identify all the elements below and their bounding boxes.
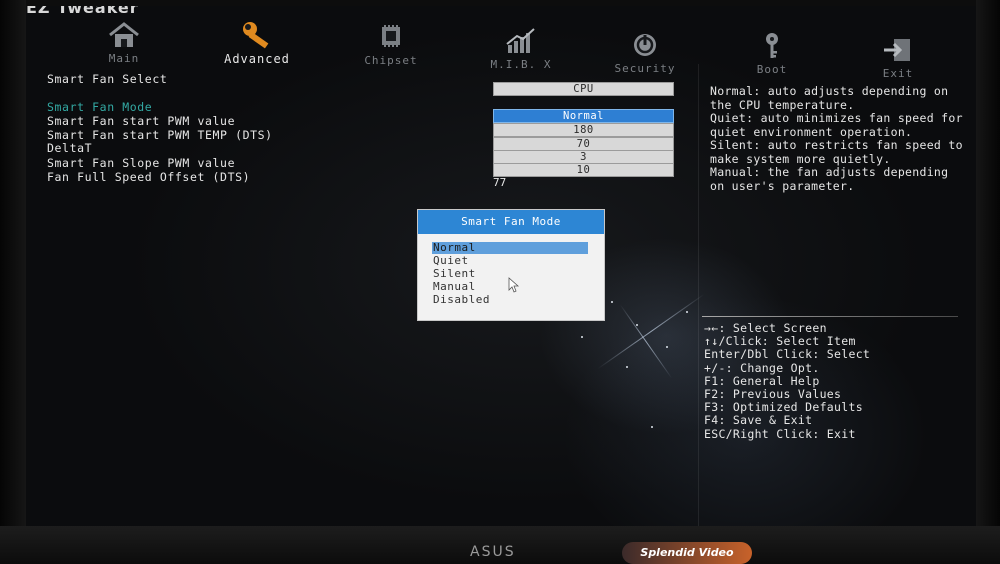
- exit-icon: [884, 39, 910, 61]
- help-line: Silent: auto restricts fan speed to: [710, 138, 963, 152]
- help-line: on user's parameter.: [710, 178, 855, 193]
- star-decoration: [611, 301, 613, 303]
- value-full-speed-offset[interactable]: 77: [493, 176, 506, 189]
- value-start-pwm-value[interactable]: 180: [493, 123, 674, 137]
- tab-main-label: Main: [108, 52, 140, 65]
- key-icon: [766, 33, 778, 58]
- monitor-bezel-left: [0, 0, 26, 564]
- star-decoration: [626, 366, 628, 368]
- key-help-item: F4: Save & Exit: [704, 413, 813, 428]
- star-decoration: [636, 324, 638, 326]
- tab-boot-label: Boot: [756, 63, 788, 76]
- setting-full-speed-offset[interactable]: Fan Full Speed Offset (DTS): [47, 170, 250, 184]
- section-title: Smart Fan Select: [47, 72, 168, 86]
- key-help-item: Enter/Dbl Click: Select: [704, 347, 871, 362]
- monitor-logo: ASUS: [470, 544, 516, 560]
- tab-main[interactable]: Main: [79, 20, 169, 65]
- star-streak: [597, 293, 705, 370]
- help-line: make system more quietly.: [710, 151, 891, 166]
- tab-exit-label: Exit: [882, 67, 914, 80]
- monitor-bezel-right: [976, 0, 1000, 564]
- tab-chipset[interactable]: Chipset: [346, 22, 436, 67]
- popup-option-quiet[interactable]: Quiet: [432, 255, 588, 267]
- tab-security-label: Security: [614, 62, 676, 75]
- star-decoration: [581, 336, 583, 338]
- value-delta-t[interactable]: 3: [493, 150, 674, 164]
- key-help-item: ESC/Right Click: Exit: [704, 426, 856, 441]
- key-help-item: +/-: Change Opt.: [704, 360, 820, 375]
- help-panel: Normal: auto adjusts depending on the CP…: [710, 84, 972, 193]
- popup-option-disabled[interactable]: Disabled: [432, 294, 588, 306]
- help-line: quiet environment operation.: [710, 124, 913, 139]
- bar-chart-icon: [506, 28, 535, 53]
- monitor-bezel-bottom: ASUS Splendid Video: [0, 526, 1000, 564]
- setting-slope-pwm-value[interactable]: Smart Fan Slope PWM value: [47, 156, 235, 170]
- tab-advanced-label: Advanced: [224, 52, 290, 66]
- popup-option-normal[interactable]: Normal: [432, 242, 588, 254]
- key-help-list: →←: Select Screen ↑↓/Click: Select Item …: [704, 321, 871, 441]
- wrench-icon: [243, 22, 269, 49]
- popup-title: Smart Fan Mode: [418, 210, 604, 234]
- help-line: Normal: auto adjusts depending on: [710, 84, 949, 98]
- tab-mib-x[interactable]: M.I.B. X: [476, 26, 566, 71]
- home-icon: [109, 22, 139, 47]
- tab-security[interactable]: Security: [600, 30, 690, 75]
- tab-mib-x-label: M.I.B. X: [490, 58, 552, 71]
- setting-smart-fan-mode[interactable]: Smart Fan Mode: [47, 100, 152, 114]
- tab-exit[interactable]: Exit: [853, 35, 943, 80]
- power-icon: [634, 34, 656, 56]
- splendid-badge[interactable]: Splendid Video: [622, 542, 752, 564]
- bios-screen: EZ Tweaker Main Advanced Chipset M.I.B. …: [26, 6, 976, 534]
- value-smart-fan-mode[interactable]: Normal: [493, 109, 674, 123]
- star-decoration: [651, 426, 653, 428]
- tab-advanced[interactable]: Advanced: [212, 20, 302, 66]
- mouse-cursor-icon: [508, 277, 520, 293]
- star-decoration: [666, 346, 668, 348]
- tab-boot[interactable]: Boot: [727, 31, 817, 76]
- chip-icon: [382, 25, 400, 47]
- help-separator: [702, 316, 958, 317]
- star-decoration: [686, 311, 688, 313]
- help-line: the CPU temperature.: [710, 97, 855, 112]
- column-header-cpu: CPU: [493, 82, 674, 96]
- smart-fan-mode-popup: Smart Fan Mode Normal Quiet Silent Manua…: [417, 209, 605, 321]
- setting-delta-t[interactable]: DeltaT: [47, 141, 92, 155]
- value-slope-pwm-value[interactable]: 10: [493, 163, 674, 177]
- setting-start-pwm-temp[interactable]: Smart Fan start PWM TEMP (DTS): [47, 128, 273, 142]
- value-start-pwm-temp[interactable]: 70: [493, 137, 674, 151]
- tab-chipset-label: Chipset: [364, 54, 418, 67]
- help-line: Quiet: auto minimizes fan speed for: [710, 111, 963, 125]
- setting-start-pwm-value[interactable]: Smart Fan start PWM value: [47, 114, 235, 128]
- help-line: Manual: the fan adjusts depending: [710, 165, 949, 179]
- brand-title: EZ Tweaker: [26, 6, 139, 17]
